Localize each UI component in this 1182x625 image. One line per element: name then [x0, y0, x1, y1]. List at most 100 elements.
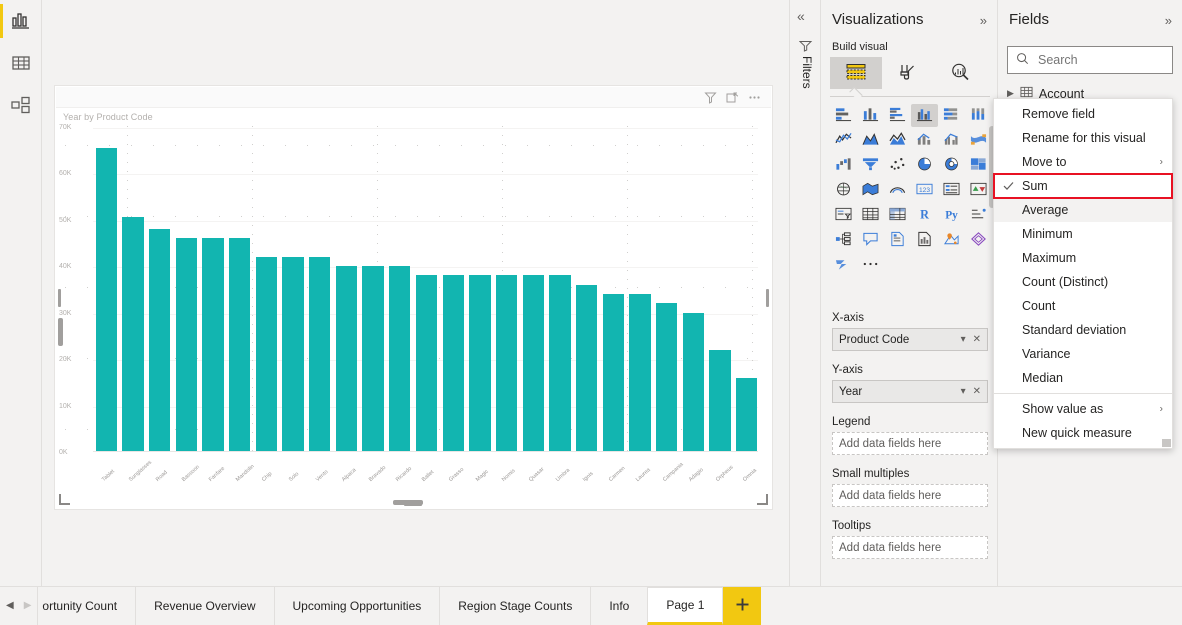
gallery-line-stacked-column-chart-icon[interactable]: [911, 129, 938, 152]
menu-item-new-quick-measure[interactable]: New quick measure: [994, 421, 1172, 445]
gallery-stacked-area-chart-icon[interactable]: [884, 129, 911, 152]
menu-item-variance[interactable]: Variance: [994, 342, 1172, 366]
aggregation-context-menu[interactable]: Remove field Rename for this visual Move t…: [993, 98, 1173, 449]
tab-next-button[interactable]: ▶: [24, 601, 32, 611]
chart-bar[interactable]: [202, 238, 224, 452]
gallery-kpi-icon[interactable]: [965, 179, 992, 202]
tab-prev-button[interactable]: ◀: [6, 601, 14, 611]
chart-bars[interactable]: [93, 128, 758, 452]
menu-item-maximum[interactable]: Maximum: [994, 246, 1172, 270]
chart-bar[interactable]: [655, 303, 678, 452]
gallery-area-chart-icon[interactable]: [857, 129, 884, 152]
gallery-scatter-chart-icon[interactable]: [884, 154, 911, 177]
well-drop-zone[interactable]: Add data fields here: [832, 432, 988, 455]
gallery-100-stacked-column-chart-icon[interactable]: [965, 104, 992, 127]
chart-bar[interactable]: [602, 293, 624, 452]
chart-bar[interactable]: [442, 275, 464, 452]
well-drop-zone[interactable]: Year ▾ ✕: [832, 380, 988, 403]
well-drop-zone[interactable]: Add data fields here: [832, 536, 988, 559]
chevron-double-left-icon[interactable]: «: [797, 8, 805, 24]
visual-type-gallery[interactable]: 123 R Py: [830, 104, 992, 277]
menu-item-rename-for-this-visual[interactable]: Rename for this visual: [994, 126, 1172, 150]
chart-bar[interactable]: [282, 256, 304, 452]
chevron-down-icon[interactable]: ▾: [961, 334, 966, 345]
gallery-matrix-icon[interactable]: [884, 204, 911, 227]
format-visual-tab[interactable]: [882, 57, 934, 89]
page-tab-revenue-overview[interactable]: Revenue Overview: [135, 587, 274, 625]
gallery-card-icon[interactable]: 123: [911, 179, 938, 202]
gallery-stacked-column-chart-icon[interactable]: [857, 104, 884, 127]
analytics-tab[interactable]: [934, 57, 986, 89]
menu-item-standard-deviation[interactable]: Standard deviation: [994, 318, 1172, 342]
visual-vertical-scrollbar[interactable]: [58, 318, 63, 346]
gallery-line-chart-icon[interactable]: [830, 129, 857, 152]
page-tab-region-stage-counts[interactable]: Region Stage Counts: [439, 587, 591, 625]
gallery-funnel-chart-icon[interactable]: [857, 154, 884, 177]
gallery-filled-map-icon[interactable]: [857, 179, 884, 202]
gallery-table-icon[interactable]: [857, 204, 884, 227]
menu-item-median[interactable]: Median: [994, 366, 1172, 390]
close-icon[interactable]: ✕: [973, 334, 981, 345]
chart-bar[interactable]: [682, 312, 704, 452]
menu-item-move-to[interactable]: Move to ›: [994, 150, 1172, 174]
chart-bar[interactable]: [415, 275, 438, 452]
report-canvas[interactable]: Year by Product Code 0K 10K 20K 30K 40K 50K 60…: [43, 0, 792, 586]
chevron-double-right-icon[interactable]: »: [1165, 13, 1172, 28]
gallery-decomposition-tree-icon[interactable]: [830, 229, 857, 252]
gallery-map-icon[interactable]: [830, 179, 857, 202]
rail-data-view-button[interactable]: [0, 42, 42, 84]
gallery-r-script-visual-icon[interactable]: R: [911, 204, 938, 227]
gallery-paginated-report-icon[interactable]: [911, 229, 938, 252]
menu-item-remove-field[interactable]: Remove field: [994, 102, 1172, 126]
search-input[interactable]: [1036, 52, 1156, 68]
chart-bar[interactable]: [522, 275, 544, 452]
menu-item-count[interactable]: Count: [994, 294, 1172, 318]
menu-item-count-distinct[interactable]: Count (Distinct): [994, 270, 1172, 294]
gallery-key-influencers-icon[interactable]: [965, 204, 992, 227]
gallery-clustered-column-chart-icon[interactable]: [911, 104, 938, 127]
page-tab-upcoming-opportunities[interactable]: Upcoming Opportunities: [273, 587, 440, 625]
gallery-qna-icon[interactable]: [857, 229, 884, 252]
chart-bar[interactable]: [495, 275, 518, 452]
page-tab-info[interactable]: Info: [590, 587, 648, 625]
rail-report-view-button[interactable]: [0, 0, 42, 42]
page-tab-page-1[interactable]: Page 1: [647, 587, 724, 625]
close-icon[interactable]: ✕: [973, 386, 981, 397]
chart-bar[interactable]: [149, 228, 171, 452]
chart-bar[interactable]: [735, 377, 758, 452]
chart-bar[interactable]: [335, 265, 358, 452]
rail-model-view-button[interactable]: [0, 84, 42, 126]
gallery-ribbon-chart-icon[interactable]: [965, 129, 992, 152]
chart-bar[interactable]: [95, 147, 117, 452]
gallery-treemap-icon[interactable]: [965, 154, 992, 177]
focus-mode-icon[interactable]: [726, 91, 739, 104]
filters-strip[interactable]: « Filters: [789, 0, 821, 586]
chart-bar[interactable]: [389, 265, 411, 452]
chart-bar[interactable]: [309, 256, 331, 452]
well-drop-zone[interactable]: Add data fields here: [832, 484, 988, 507]
gallery-stacked-bar-chart-icon[interactable]: [830, 104, 857, 127]
gallery-power-automate-icon[interactable]: [830, 254, 857, 277]
chevron-down-icon[interactable]: ▾: [961, 386, 966, 397]
gallery-pie-chart-icon[interactable]: [911, 154, 938, 177]
chart-bar[interactable]: [469, 275, 491, 452]
gallery-multi-row-card-icon[interactable]: [938, 179, 965, 202]
chart-bar[interactable]: [549, 275, 571, 452]
chart-bar[interactable]: [362, 265, 384, 452]
build-visual-tab[interactable]: [830, 57, 882, 89]
visual-horizontal-scrollbar[interactable]: [393, 500, 423, 505]
menu-item-average[interactable]: Average: [994, 198, 1172, 222]
filter-icon[interactable]: [704, 91, 717, 104]
well-drop-zone[interactable]: Product Code ▾ ✕: [832, 328, 988, 351]
gallery-azure-map-icon[interactable]: [938, 229, 965, 252]
add-page-button[interactable]: [723, 587, 762, 625]
context-menu-scrollbar[interactable]: [1162, 439, 1171, 447]
chart-bar[interactable]: [229, 238, 251, 452]
chart-bar[interactable]: [175, 238, 198, 452]
gallery-python-visual-icon[interactable]: Py: [938, 204, 965, 227]
chart-visual-container[interactable]: Year by Product Code 0K 10K 20K 30K 40K 50K 60…: [54, 85, 773, 510]
gallery-arcgis-map-icon[interactable]: [884, 179, 911, 202]
menu-item-minimum[interactable]: Minimum: [994, 222, 1172, 246]
chart-bar[interactable]: [575, 284, 598, 452]
chart-bar[interactable]: [255, 256, 278, 452]
